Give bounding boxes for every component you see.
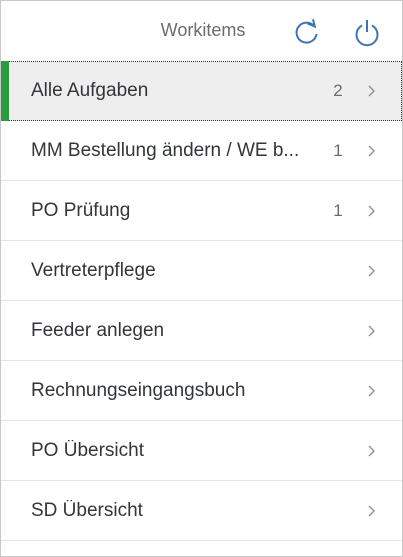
page-title: Workitems xyxy=(160,20,246,40)
refresh-icon xyxy=(295,19,318,44)
list-item-label: Vertreterpflege xyxy=(31,260,156,281)
chevron-right-icon xyxy=(368,265,375,277)
chevron-right-icon xyxy=(368,505,375,517)
chevron-right-icon xyxy=(368,325,375,337)
list-item-count: 2 xyxy=(333,81,343,100)
list-item-rechnungseingangsbuch[interactable]: Rechnungseingangsbuch xyxy=(1,361,402,421)
list-item-sd-uebersicht[interactable]: SD Übersicht xyxy=(1,481,402,541)
power-icon xyxy=(355,20,379,47)
workitem-list: Alle Aufgaben 2 MM Bestellung ändern / W… xyxy=(1,61,402,541)
header: Workitems xyxy=(1,1,402,61)
list-item-po-pruefung[interactable]: PO Prüfung 1 xyxy=(1,181,402,241)
list-item-label: SD Übersicht xyxy=(31,500,143,521)
list-item-mm-bestellung[interactable]: MM Bestellung ändern / WE b... 1 xyxy=(1,121,402,181)
refresh-button[interactable] xyxy=(291,14,323,50)
list-item-po-uebersicht[interactable]: PO Übersicht xyxy=(1,421,402,481)
workitems-panel: Workitems Alle Aufgaben 2 MM Bestellung … xyxy=(0,0,403,557)
list-item-count: 1 xyxy=(333,141,343,160)
list-item-alle-aufgaben[interactable]: Alle Aufgaben 2 xyxy=(1,61,402,121)
logout-button[interactable] xyxy=(351,14,383,50)
list-item-label: Rechnungseingangsbuch xyxy=(31,380,246,401)
chevron-right-icon xyxy=(368,85,375,97)
chevron-right-icon xyxy=(368,385,375,397)
selection-indicator xyxy=(1,61,9,121)
list-item-label: PO Übersicht xyxy=(31,440,144,461)
list-item-label: Feeder anlegen xyxy=(31,320,165,341)
list-item-count: 1 xyxy=(333,201,343,220)
list-item-label: PO Prüfung xyxy=(31,200,131,221)
chevron-right-icon xyxy=(368,205,375,217)
chevron-right-icon xyxy=(368,445,375,457)
chevron-right-icon xyxy=(368,145,375,157)
list-item-feeder-anlegen[interactable]: Feeder anlegen xyxy=(1,301,402,361)
list-item-label: Alle Aufgaben xyxy=(31,80,149,101)
list-item-label: MM Bestellung ändern / WE b... xyxy=(31,140,300,161)
list-item-vertreterpflege[interactable]: Vertreterpflege xyxy=(1,241,402,301)
